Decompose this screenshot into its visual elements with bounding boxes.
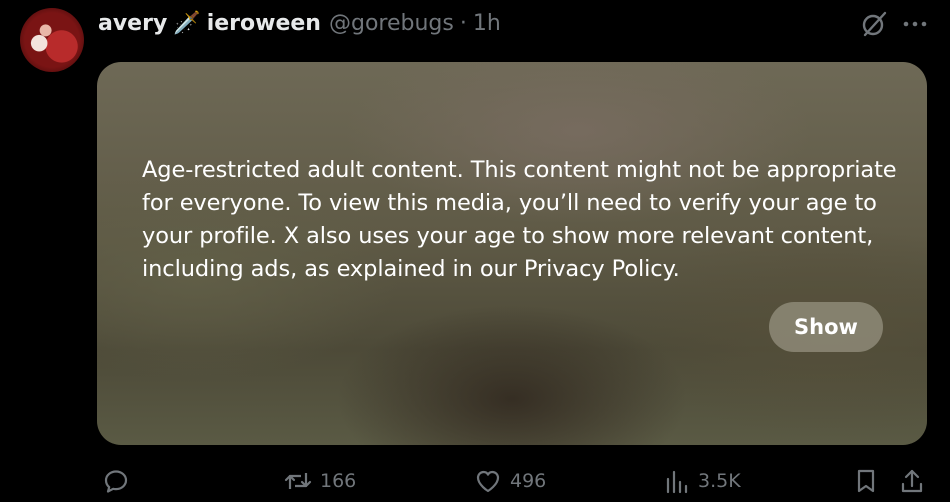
repost-icon (284, 468, 312, 494)
post-header: avery 🗡️ ieroween @gorebugs · 1h (98, 8, 501, 38)
bookmark-icon (854, 468, 878, 494)
dagger-emoji: 🗡️ (173, 10, 201, 36)
action-bar: 166 496 3.5K (0, 463, 950, 499)
display-name-first[interactable]: avery (98, 11, 167, 36)
display-name-last[interactable]: ieroween (207, 11, 321, 36)
repost-count: 166 (320, 470, 357, 492)
age-restriction-warning: Age-restricted adult content. This conte… (142, 157, 897, 282)
more-icon[interactable] (902, 11, 928, 37)
reply-button[interactable] (103, 463, 129, 499)
user-handle[interactable]: @gorebugs (329, 11, 454, 36)
views-count: 3.5K (698, 470, 741, 492)
avatar[interactable] (20, 8, 84, 72)
show-button[interactable]: Show (769, 302, 883, 352)
views-icon (664, 468, 690, 494)
top-icons (860, 10, 928, 38)
post-time[interactable]: 1h (473, 11, 501, 36)
bookmark-button[interactable] (854, 463, 878, 499)
separator-dot: · (459, 10, 467, 36)
grok-icon[interactable] (860, 10, 888, 38)
media-card: Age-restricted adult content. This conte… (97, 62, 927, 445)
repost-button[interactable]: 166 (284, 463, 356, 499)
reply-icon (103, 468, 129, 494)
like-icon (474, 468, 502, 494)
like-button[interactable]: 496 (474, 463, 546, 499)
share-icon (899, 468, 925, 494)
views-button[interactable]: 3.5K (664, 463, 741, 499)
like-count: 496 (510, 470, 547, 492)
share-button[interactable] (899, 463, 925, 499)
